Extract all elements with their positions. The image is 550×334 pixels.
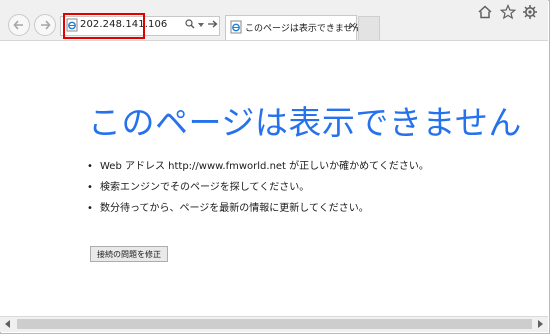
page-heading: このページは表示できません (88, 103, 522, 142)
suggestions-list: Web アドレス http://www.fmworld.net が正しいか確かめ… (86, 156, 429, 219)
favorites-star-icon[interactable] (500, 4, 516, 20)
tab-page-icon (230, 20, 242, 34)
tools-gear-icon[interactable] (522, 4, 538, 20)
go-arrow-icon[interactable] (207, 19, 218, 29)
list-item: 数分待ってから、ページを最新の情報に更新してください。 (87, 198, 429, 219)
list-item: 検索エンジンでそのページを探してください。 (87, 177, 429, 198)
scroll-right-arrow-icon[interactable] (538, 320, 543, 328)
new-tab-button[interactable] (358, 16, 380, 40)
forward-button[interactable] (34, 14, 56, 36)
address-highlight-box (63, 13, 145, 39)
dropdown-icon[interactable] (198, 23, 204, 27)
scroll-left-arrow-icon[interactable] (5, 320, 10, 328)
list-item: Web アドレス http://www.fmworld.net が正しいか確かめ… (87, 156, 429, 177)
tab-title: このページは表示できません (245, 24, 362, 34)
scrollbar-thumb[interactable] (17, 319, 532, 329)
forward-arrow-icon (41, 20, 51, 30)
home-icon[interactable] (477, 4, 493, 20)
back-button[interactable] (8, 14, 30, 36)
fix-connection-button[interactable]: 接続の問題を修正 (90, 246, 168, 262)
tab-close-icon[interactable]: × (348, 19, 357, 32)
search-icon[interactable] (185, 19, 195, 29)
back-arrow-icon (13, 20, 23, 30)
